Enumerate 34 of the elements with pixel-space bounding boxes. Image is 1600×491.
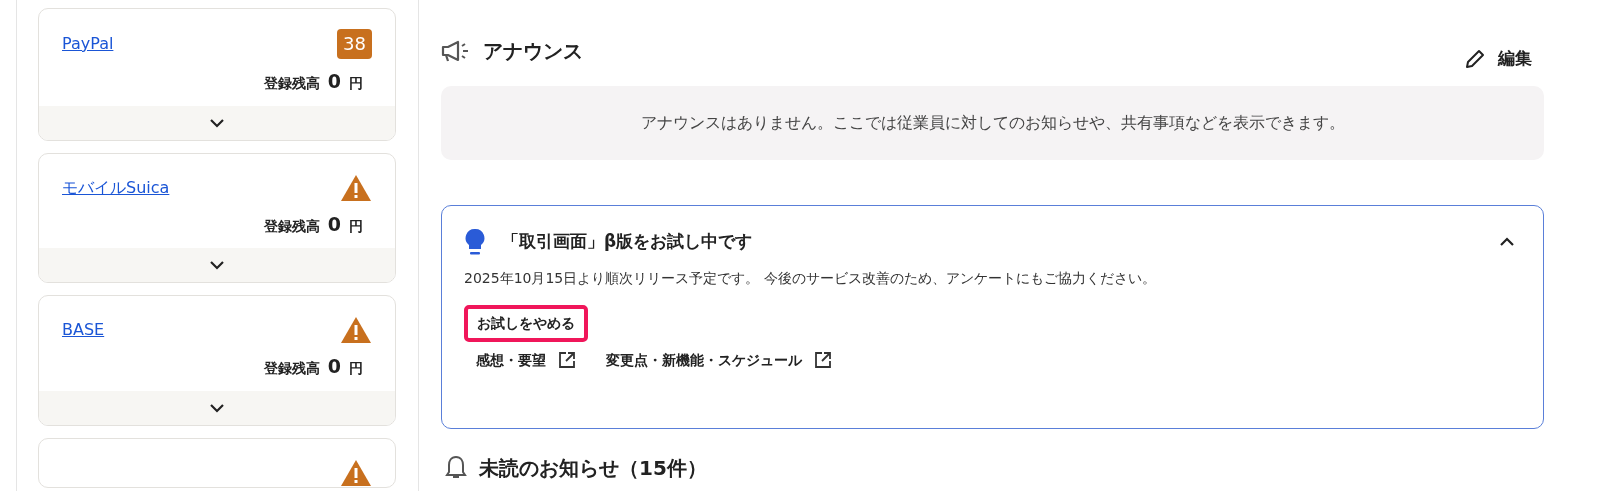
balance-label: 登録残高 xyxy=(263,359,320,378)
currency-unit: 円 xyxy=(349,359,363,378)
balance-amount: 0 xyxy=(327,354,341,379)
section-title: 未読のお知らせ（15件） xyxy=(479,454,707,482)
account-link[interactable]: モバイルSuica xyxy=(62,175,170,200)
beta-description: 2025年10月15日より順次リリース予定です。 今後のサービス改善のため、アンケートにもご協力ください。 xyxy=(464,268,1157,288)
beta-title: 「取引画面」β版をお試し中です xyxy=(502,229,753,253)
chevron-icon[interactable] xyxy=(209,402,225,413)
chevron-icon[interactable] xyxy=(1499,236,1515,247)
external-link[interactable]: 変更点・新機能・スケジュール xyxy=(606,349,832,371)
currency-unit: 円 xyxy=(349,216,363,236)
external-link[interactable]: 感想・要望 xyxy=(476,349,576,371)
warning-icon xyxy=(340,316,372,344)
balance-label: 登録残高 xyxy=(263,216,320,236)
stop-trial-button[interactable]: お試しをやめる xyxy=(464,304,588,342)
chevron-icon[interactable] xyxy=(209,117,225,128)
balance-label: 登録残高 xyxy=(263,74,320,93)
chevron-icon[interactable] xyxy=(209,260,225,270)
megaphone-icon xyxy=(441,40,471,62)
account-link[interactable]: PayPal xyxy=(62,32,114,56)
currency-unit: 円 xyxy=(349,74,363,93)
edit-button[interactable]: 編集 xyxy=(1464,46,1532,72)
balance-amount: 0 xyxy=(327,69,341,94)
warning-icon xyxy=(340,173,372,202)
count-badge: 38 xyxy=(337,29,372,59)
pencil-icon xyxy=(1464,47,1486,70)
account-link[interactable]: BASE xyxy=(62,318,105,342)
bell-icon xyxy=(445,454,467,481)
lightbulb-icon xyxy=(464,227,486,256)
section-title: アナウンス xyxy=(483,38,583,65)
balance-amount: 0 xyxy=(327,211,341,237)
external-link-icon xyxy=(558,351,576,369)
empty-message: アナウンスはありません。ここでは従業員に対してのお知らせや、共有事項などを表示できます。 xyxy=(640,111,1345,134)
external-link-icon xyxy=(814,351,832,369)
